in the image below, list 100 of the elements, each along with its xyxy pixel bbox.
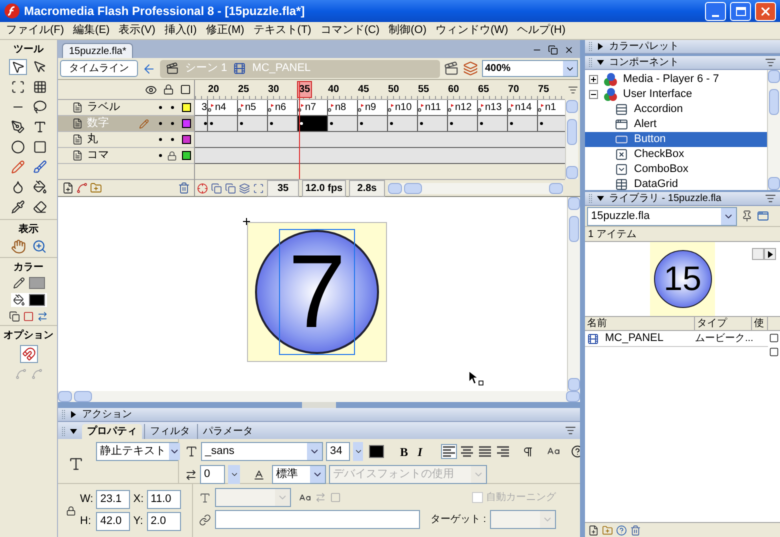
spacing-slider-icon[interactable]	[230, 470, 238, 479]
align-left-icon[interactable]	[443, 446, 455, 457]
menu-item[interactable]: 制御(O)	[388, 22, 426, 39]
italic-button[interactable]: I	[414, 442, 426, 460]
menu-item[interactable]: ウィンドウ(W)	[436, 22, 508, 39]
panel-tab[interactable]: パラメータ	[197, 424, 258, 439]
frame-row[interactable]	[195, 116, 565, 132]
transform-frame-icon[interactable]	[10, 80, 24, 94]
collapse-triangle-icon[interactable]	[597, 195, 604, 202]
expand-triangle-icon[interactable]	[597, 43, 604, 50]
vertical-scrollbar[interactable]	[767, 70, 780, 190]
y-field[interactable]: 2.0	[146, 512, 181, 531]
eye-icon[interactable]	[145, 84, 157, 96]
brush-icon[interactable]	[32, 160, 46, 174]
tree-item[interactable]: Button	[585, 132, 767, 147]
text-color-swatch[interactable]	[369, 445, 384, 458]
align-center-icon[interactable]	[461, 446, 473, 457]
expand-triangle-icon[interactable]	[70, 411, 77, 418]
timeline-menu-icon[interactable]	[568, 85, 578, 95]
zoom-icon[interactable]	[32, 239, 46, 254]
horizontal-scrollbar[interactable]	[58, 391, 580, 402]
lasso-icon[interactable]	[32, 100, 46, 114]
menu-item[interactable]: ファイル(F)	[6, 22, 64, 39]
hollow-arrow-icon[interactable]	[32, 60, 46, 74]
font-select[interactable]: _sans	[201, 442, 323, 461]
eraser-icon[interactable]	[32, 200, 46, 214]
bold-button[interactable]: B	[397, 442, 411, 460]
baseline-select[interactable]: 標準	[272, 465, 326, 484]
layer-color-square[interactable]	[182, 151, 191, 160]
fill-color-swatch[interactable]	[28, 294, 44, 306]
panel-splitter-handle[interactable]	[302, 402, 336, 408]
panel-menu-icon[interactable]	[765, 193, 776, 204]
grid-icon[interactable]	[32, 80, 46, 94]
panel-header[interactable]: カラーパレット	[585, 40, 780, 54]
play-icon[interactable]	[768, 250, 772, 258]
panel-tab[interactable]: プロパティ	[82, 424, 142, 439]
text-tool-icon[interactable]	[32, 120, 46, 134]
lock-icon[interactable]	[66, 506, 76, 516]
new-symbol-icon[interactable]	[588, 524, 599, 536]
collapse-triangle-icon[interactable]	[70, 428, 77, 435]
lock-icon[interactable]	[163, 84, 174, 95]
menu-item[interactable]: 修正(M)	[206, 22, 244, 39]
align-right-icon[interactable]	[497, 446, 509, 457]
tree-item[interactable]: Accordion	[585, 102, 767, 117]
layer-color-square[interactable]	[182, 119, 191, 128]
stroke-pencil-icon[interactable]	[12, 277, 24, 289]
layer-color-square[interactable]	[182, 135, 191, 144]
vertical-scrollbar[interactable]	[565, 100, 578, 179]
panel-header[interactable]: アクション	[58, 408, 580, 422]
width-field[interactable]: 23.1	[96, 490, 130, 509]
justify-icon[interactable]	[479, 446, 491, 457]
letter-spacing-field[interactable]: 0	[200, 465, 225, 484]
document-tab[interactable]: 15puzzle.fla*	[62, 43, 134, 58]
minimize-button[interactable]	[705, 2, 726, 20]
menu-item[interactable]: 挿入(I)	[164, 22, 197, 39]
height-field[interactable]: 42.0	[96, 512, 130, 531]
panel-menu-icon[interactable]	[565, 425, 576, 436]
column-header[interactable]: 名前	[585, 317, 695, 330]
pin-icon[interactable]	[741, 210, 753, 222]
trash-icon[interactable]	[630, 524, 641, 536]
new-window-icon[interactable]	[757, 210, 769, 222]
panel-tab[interactable]: フィルタ	[144, 424, 195, 439]
menu-item[interactable]: テキスト(T)	[253, 22, 312, 39]
paint-bucket-icon[interactable]	[32, 180, 46, 194]
layer-row[interactable]: 丸	[58, 132, 194, 148]
menu-item[interactable]: 編集(E)	[73, 22, 110, 39]
column-header[interactable]: タイプ	[695, 317, 752, 330]
eyedropper-icon[interactable]	[10, 200, 24, 214]
add-folder-icon[interactable]	[90, 182, 102, 194]
library-row[interactable]: MC_PANEL ムービーク...	[585, 331, 768, 347]
new-folder-icon[interactable]	[602, 524, 613, 536]
horizontal-scrollbar[interactable]	[388, 182, 563, 194]
tree-item[interactable]: ComboBox	[585, 162, 767, 177]
menu-item[interactable]: コマンド(C)	[320, 22, 380, 39]
lock-icon[interactable]	[167, 150, 177, 160]
maximize-button[interactable]	[730, 2, 751, 20]
pencil-icon[interactable]	[10, 160, 24, 174]
magnet-icon[interactable]	[22, 347, 36, 361]
font-size-field[interactable]: 34	[326, 442, 350, 461]
url-field[interactable]	[215, 510, 420, 529]
tree-item[interactable]: User Interface	[585, 87, 767, 102]
layer-row[interactable]: ラベル	[58, 100, 194, 116]
expand-box-icon[interactable]	[589, 75, 598, 84]
trash-icon[interactable]	[178, 182, 190, 194]
menu-item[interactable]: 表示(V)	[118, 22, 156, 39]
panel-header[interactable]: ライブラリ - 15puzzle.fla	[585, 192, 780, 206]
size-slider-icon[interactable]	[354, 447, 362, 456]
close-button[interactable]	[755, 2, 776, 20]
rectangle-icon[interactable]	[32, 140, 46, 154]
oval-icon[interactable]	[10, 140, 24, 154]
restore-icon[interactable]	[548, 45, 558, 55]
vertical-scrollbar[interactable]	[567, 197, 580, 391]
text-type-select[interactable]: 静止テキスト	[96, 442, 178, 461]
zoom-field[interactable]: 400%	[482, 60, 578, 77]
panel-menu-icon[interactable]	[765, 57, 776, 68]
swap-colors-icon[interactable]	[37, 311, 48, 322]
back-arrow-icon[interactable]	[142, 62, 156, 76]
layer-row[interactable]: コマ	[58, 148, 194, 164]
tree-item[interactable]: Alert	[585, 117, 767, 132]
arrow-icon[interactable]	[10, 60, 24, 74]
